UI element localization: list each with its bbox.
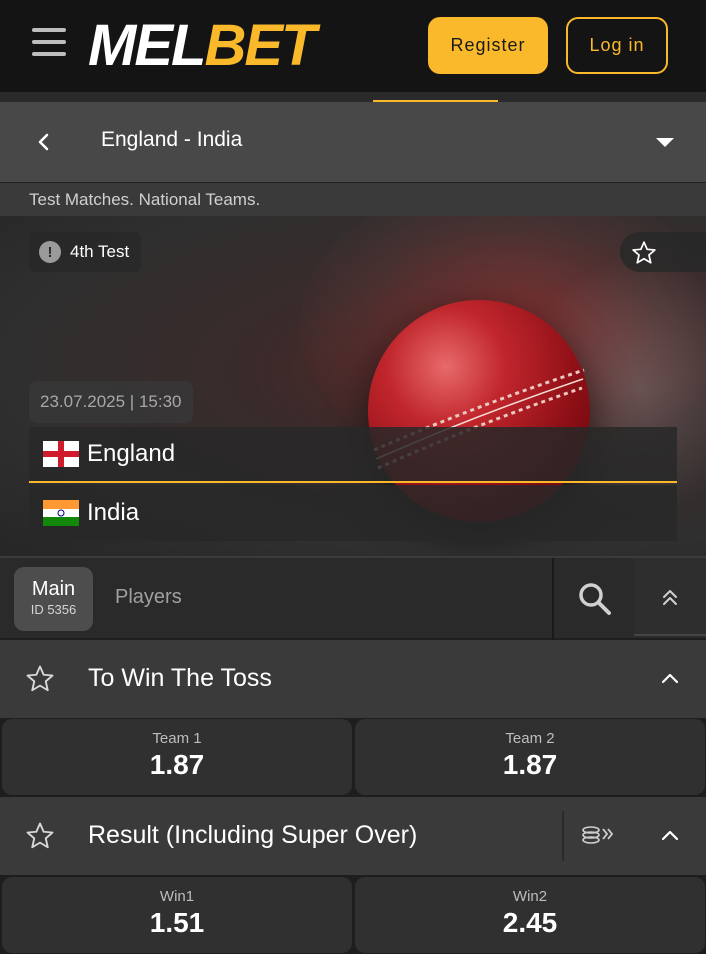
info-icon: ! <box>39 241 61 263</box>
outcome-label: Win2 <box>512 888 548 905</box>
chevron-up-icon[interactable] <box>660 827 680 843</box>
league-name: Test Matches. National Teams. <box>29 190 261 209</box>
collapse-all-icon <box>663 590 677 605</box>
league-bar: Test Matches. National Teams. <box>0 182 706 216</box>
match-title[interactable]: England - India <box>101 128 242 152</box>
odd-button-team1[interactable]: Team 1 1.87 <box>2 719 352 795</box>
coins-icon[interactable] <box>582 823 616 845</box>
search-icon[interactable] <box>576 580 614 618</box>
team-row-home: England <box>29 427 677 483</box>
market-tabs-bar: Main ID 5356 Players <box>0 556 706 640</box>
star-icon[interactable] <box>25 664 55 694</box>
melbet-logo[interactable]: MELBET <box>88 14 316 78</box>
outcome-label: Team 2 <box>505 730 555 747</box>
collapse-all-button[interactable] <box>634 558 706 636</box>
odds-row: Win1 1.51 Win2 2.45 <box>0 876 706 954</box>
outcome-odd: 1.87 <box>502 749 558 780</box>
outcome-odd: 1.51 <box>149 907 205 938</box>
back-icon[interactable] <box>30 126 58 158</box>
market-title: To Win The Toss <box>88 664 272 692</box>
market-header-divider <box>562 811 564 861</box>
outcome-odd: 1.87 <box>149 749 205 780</box>
odd-button-team2[interactable]: Team 2 1.87 <box>355 719 705 795</box>
top-navigation-bar: MELBET Register Log in <box>0 0 706 92</box>
match-hero-banner: ! 4th Test 23.07.2025 | 15:30 England In… <box>0 216 706 556</box>
outcome-odd: 2.45 <box>502 907 558 938</box>
login-button[interactable]: Log in <box>566 17 668 74</box>
odd-button-win2[interactable]: Win2 2.45 <box>355 877 705 953</box>
tabs-divider <box>552 558 554 640</box>
market-header-result[interactable]: Result (Including Super Over) <box>0 797 706 875</box>
match-title-bar: England - India <box>0 102 706 182</box>
team-row-away: India <box>29 485 677 541</box>
outcome-label: Team 1 <box>152 730 202 747</box>
tab-players[interactable]: Players <box>115 586 182 609</box>
odd-button-win1[interactable]: Win1 1.51 <box>2 877 352 953</box>
market-header-toss[interactable]: To Win The Toss <box>0 640 706 718</box>
england-flag-icon <box>43 441 79 467</box>
star-icon[interactable] <box>25 821 55 851</box>
favorite-match-button[interactable] <box>620 232 706 272</box>
india-flag-icon <box>43 500 79 526</box>
stage-label: 4th Test <box>70 242 130 261</box>
market-title: Result (Including Super Over) <box>88 821 418 849</box>
header-separator <box>0 92 706 102</box>
menu-icon[interactable] <box>32 28 66 58</box>
dropdown-icon[interactable] <box>650 130 680 154</box>
outcome-label: Win1 <box>159 888 195 905</box>
odds-row: Team 1 1.87 Team 2 1.87 <box>0 718 706 797</box>
star-icon <box>632 241 656 264</box>
tab-main-label: Main <box>31 578 76 600</box>
event-id: ID 5356 <box>30 602 77 617</box>
chevron-up-icon[interactable] <box>660 670 680 686</box>
tab-main[interactable]: Main ID 5356 <box>14 567 93 631</box>
team1-name: England <box>87 440 176 467</box>
team2-name: India <box>87 499 140 526</box>
stage-badge: ! 4th Test <box>29 232 142 272</box>
match-datetime: 23.07.2025 | 15:30 <box>29 381 193 423</box>
register-button[interactable]: Register <box>428 17 548 74</box>
